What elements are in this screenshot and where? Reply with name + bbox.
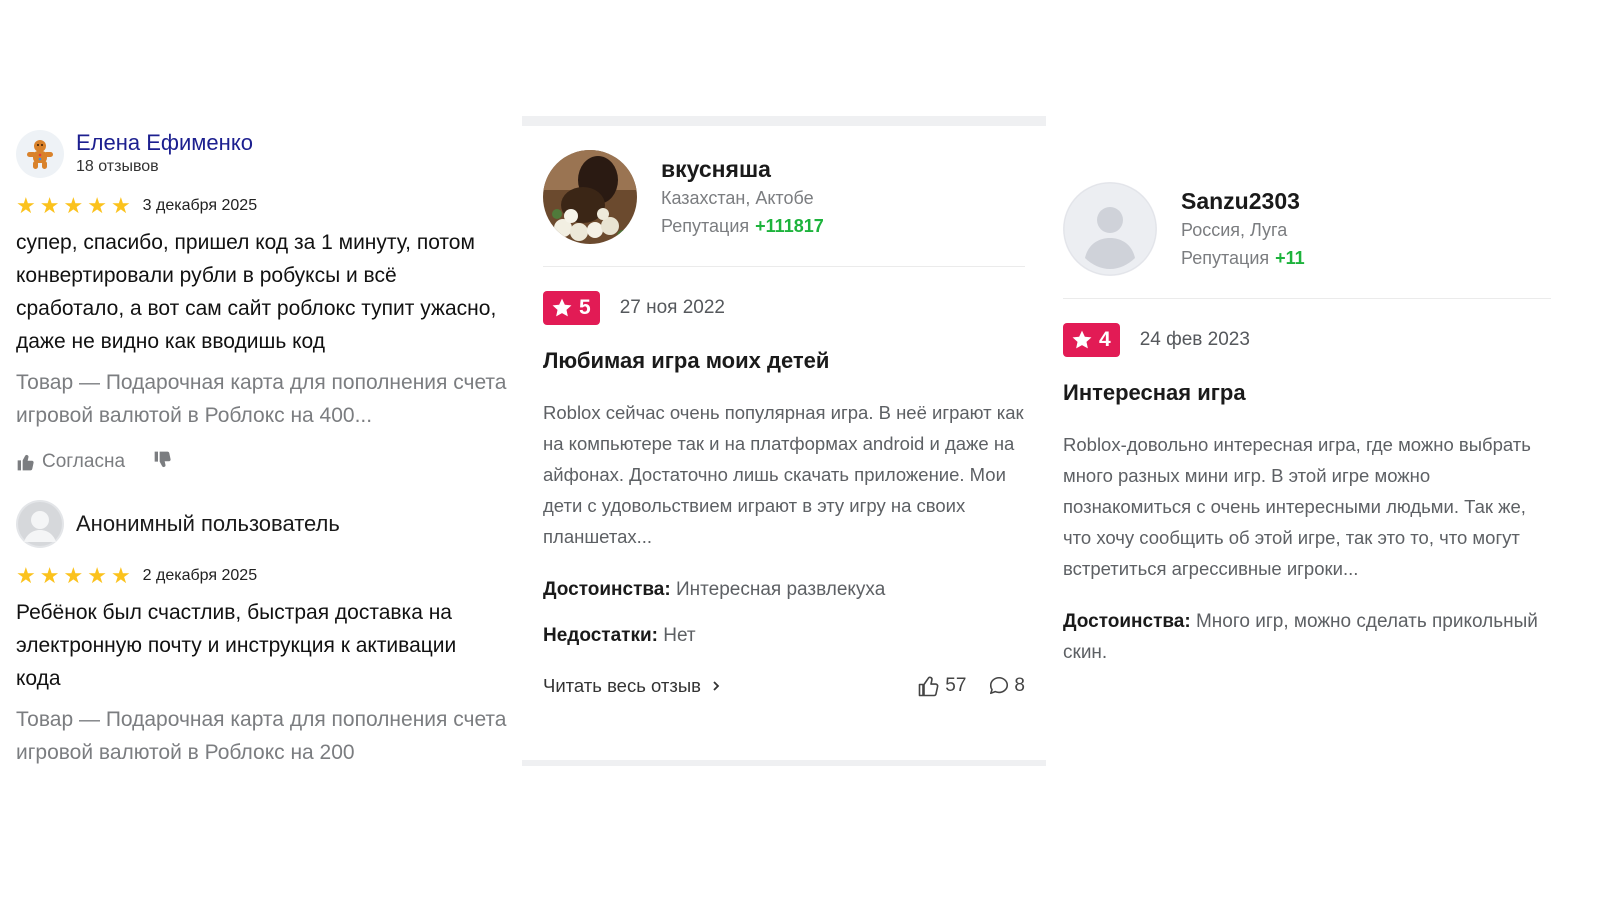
product-link[interactable]: Товар — Подарочная карта для пополнения … (16, 703, 516, 769)
review-text: супер, спасибо, пришел код за 1 минуту, … (16, 231, 497, 353)
cons-label: Недостатки: (543, 625, 658, 646)
user-name[interactable]: Sanzu2303 (1181, 186, 1305, 216)
thumbs-down-icon (154, 451, 171, 467)
star-icon: ★ (39, 563, 60, 588)
rating-badge: 5 (543, 291, 600, 325)
star-icon (552, 298, 572, 317)
star-icon: ★ (87, 563, 107, 588)
default-user-icon[interactable] (1063, 182, 1157, 276)
anonymous-avatar-icon (16, 500, 64, 548)
author-name: Анонимный пользователь (76, 511, 340, 536)
gingerbread-avatar-icon[interactable] (16, 130, 64, 178)
review-title[interactable]: Любимая игра моих детей (543, 347, 1025, 375)
comments-button[interactable]: 8 (988, 675, 1025, 697)
like-icon (918, 676, 939, 697)
review-card: Анонимный пользователь ★ ★ ★ ★ ★ 2 декаб… (16, 498, 516, 769)
star-icon: ★ (39, 193, 60, 218)
likes-count: 57 (945, 675, 967, 696)
reputation-label: Репутация (661, 216, 750, 236)
review-date: 24 фев 2023 (1139, 329, 1250, 350)
cons: Недостатки: Нет (543, 625, 1025, 647)
star-rating: ★ ★ ★ ★ ★ (16, 565, 131, 587)
review-text: Ребёнок был счастлив, быстрая доставка н… (16, 601, 457, 690)
card-separator (522, 116, 1046, 126)
read-more-label: Читать весь отзыв (543, 675, 701, 696)
review-count: 18 отзывов (76, 158, 159, 175)
comment-icon (990, 676, 1009, 695)
star-icon: ★ (110, 563, 131, 588)
rating-value: 5 (579, 296, 591, 319)
user-location: Россия, Луга (1181, 220, 1288, 240)
star-rating: ★ ★ ★ ★ ★ (16, 195, 131, 217)
user-location: Казахстан, Актобе (661, 188, 814, 208)
star-icon: ★ (16, 193, 36, 218)
like-button[interactable]: 57 (917, 674, 966, 698)
product-link[interactable]: Товар — Подарочная карта для пополнения … (16, 366, 516, 432)
rating-badge: 4 (1063, 323, 1120, 357)
agree-button[interactable]: Согласна (16, 451, 125, 473)
review-card: Елена Ефименко 18 отзывов ★ ★ ★ ★ ★ 3 де… (16, 128, 516, 480)
pros-text: Интересная развлекуха (675, 579, 886, 600)
star-icon: ★ (110, 193, 131, 218)
star-icon: ★ (16, 563, 36, 588)
review-body: Roblox сейчас очень популярная игра. В н… (543, 402, 1024, 547)
read-full-review-link[interactable]: Читать весь отзыв (543, 675, 721, 697)
divider (543, 266, 1025, 267)
review-date: 3 декабря 2025 (142, 197, 258, 214)
review-card-right: Sanzu2303 Россия, Луга Репутация +11 4 24… (1063, 182, 1551, 668)
user-reputation: Репутация +111817 (661, 212, 824, 240)
pros: Достоинства: Интересная развлекуха (543, 574, 1025, 605)
reputation-label: Репутация (1181, 248, 1270, 268)
reputation-value: +11 (1275, 248, 1305, 268)
thumbs-up-icon (17, 454, 34, 471)
star-icon: ★ (87, 193, 107, 218)
user-photo-avatar[interactable] (543, 150, 637, 244)
chevron-right-icon (713, 681, 720, 691)
left-review-panel: Елена Ефименко 18 отзывов ★ ★ ★ ★ ★ 3 де… (16, 128, 516, 800)
star-icon: ★ (63, 193, 84, 218)
review-body: Roblox-довольно интересная игра, где мож… (1063, 434, 1531, 579)
disagree-button[interactable] (153, 450, 173, 475)
star-icon: ★ (63, 563, 84, 588)
pros-label: Достоинства: (1063, 611, 1191, 632)
pros: Достоинства: Много игр, можно сделать пр… (1063, 606, 1551, 668)
review-date: 27 ноя 2022 (619, 297, 725, 318)
pros-label: Достоинства: (543, 579, 671, 600)
author-name-link[interactable]: Елена Ефименко (76, 130, 253, 156)
review-date: 2 декабря 2025 (142, 567, 258, 584)
rating-value: 4 (1099, 328, 1111, 351)
user-name[interactable]: вкусняша (661, 154, 824, 184)
card-separator (522, 760, 1046, 766)
comments-count: 8 (1014, 675, 1025, 696)
cons-text: Нет (663, 625, 696, 646)
user-reputation: Репутация +11 (1181, 244, 1305, 272)
reputation-value: +111817 (755, 216, 824, 236)
agree-label: Согласна (42, 451, 126, 472)
review-title[interactable]: Интересная игра (1063, 379, 1551, 407)
review-card-middle: вкусняша Казахстан, Актобе Репутация +111… (522, 116, 1046, 766)
divider (1063, 298, 1551, 299)
star-icon (1072, 330, 1092, 349)
